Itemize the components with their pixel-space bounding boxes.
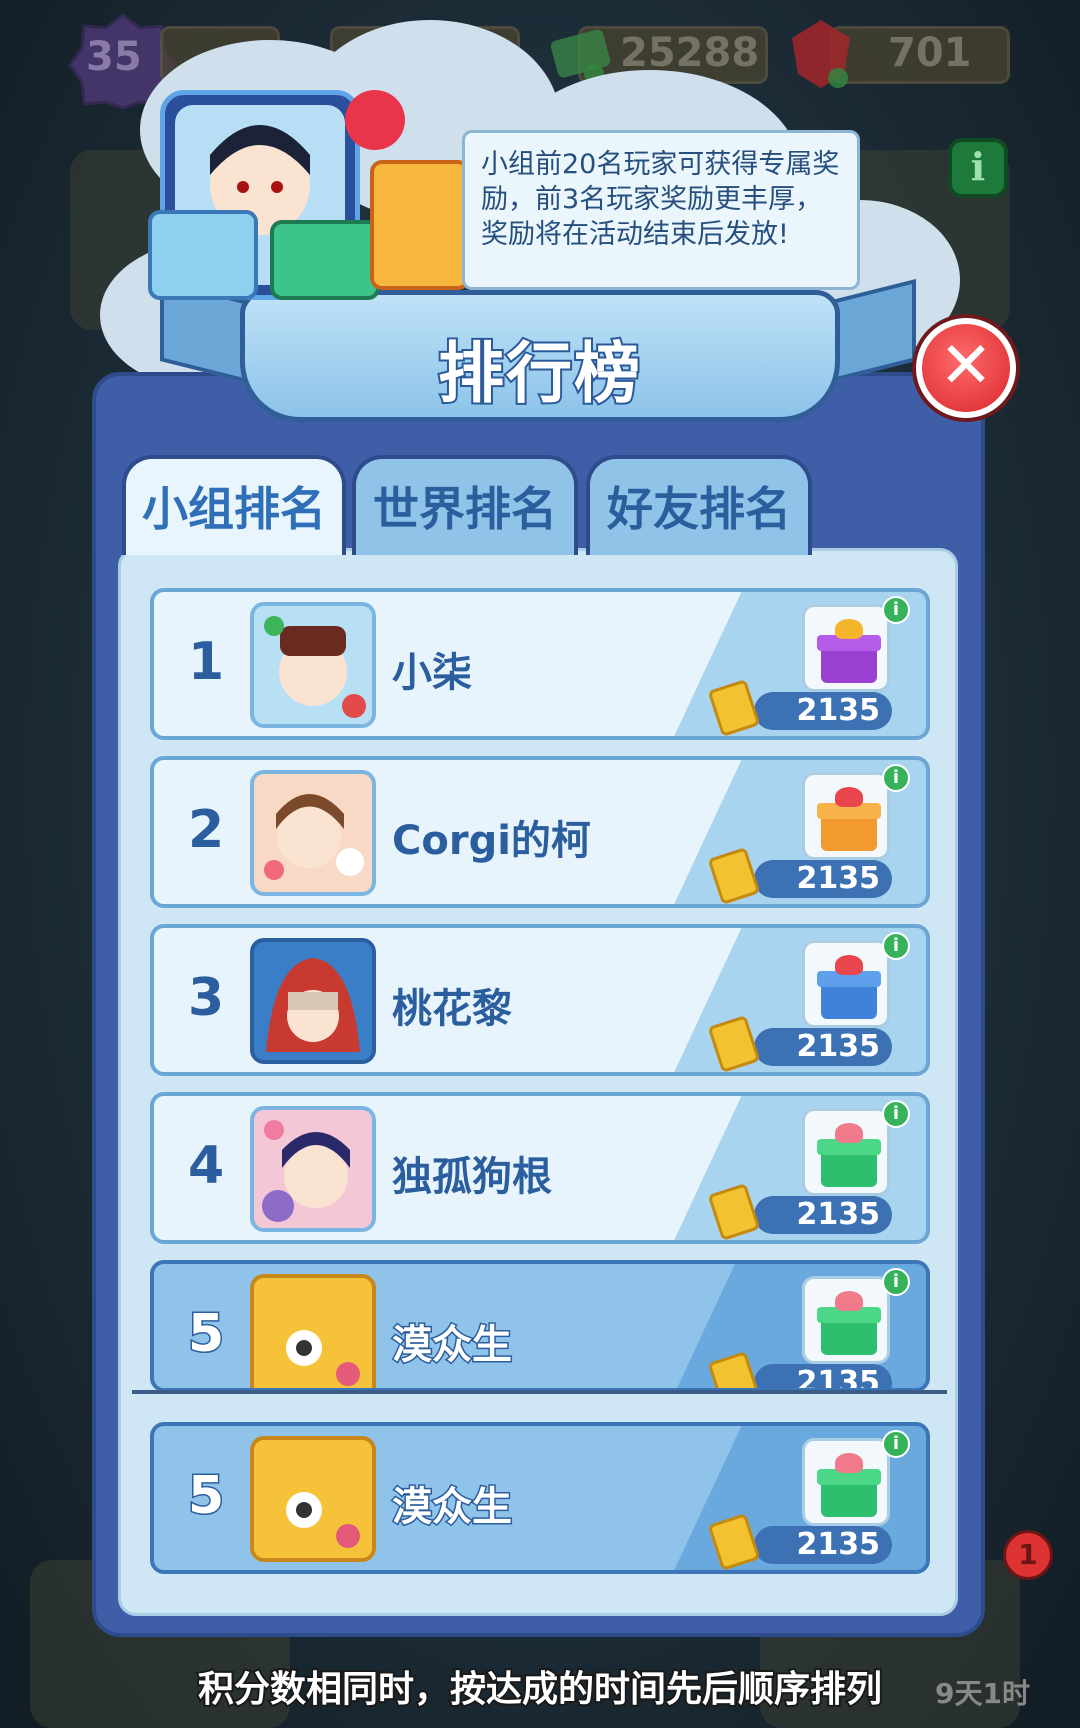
- my-rank-row[interactable]: 5 漠众生 i 2135: [150, 1422, 930, 1574]
- player-score: 2135: [796, 1197, 881, 1232]
- rank-number: 4: [188, 1136, 225, 1196]
- gift-green-icon: [270, 220, 380, 300]
- avatar-portrait-icon: [266, 958, 360, 1052]
- avatar-portrait-icon: [264, 794, 364, 880]
- ticket-icon: [707, 1014, 761, 1072]
- rank-number: 1: [188, 632, 225, 692]
- player-score: 2135: [796, 1527, 881, 1562]
- rank-number: 3: [188, 968, 225, 1028]
- reward-info-icon[interactable]: i: [882, 1430, 910, 1458]
- list-divider: [132, 1390, 947, 1394]
- ticket-icon: [707, 678, 761, 736]
- reward-gift-box[interactable]: [802, 1438, 890, 1526]
- gift-bow-icon: [835, 1123, 863, 1143]
- reward-gift-box[interactable]: [802, 772, 890, 860]
- ticket-icon: [707, 1350, 761, 1388]
- avatar: [250, 770, 376, 896]
- reward-gift-box[interactable]: [802, 1108, 890, 1196]
- rank-number: 5: [186, 1303, 225, 1366]
- avatar-portrait-icon: [274, 1460, 360, 1550]
- tab-group-ranking[interactable]: 小组排名: [122, 455, 346, 555]
- tab-world-ranking[interactable]: 世界排名: [352, 455, 578, 555]
- gift-bow-icon: [835, 955, 863, 975]
- player-level: 35: [86, 34, 142, 80]
- player-score: 2135: [796, 861, 881, 896]
- leaderboard-row-5[interactable]: 5 漠众生 i 2135: [150, 1260, 930, 1392]
- avatar: [250, 938, 376, 1064]
- player-name: 漠众生: [391, 1483, 514, 1532]
- ticket-icon: [707, 846, 761, 904]
- notification-badge: 1: [1003, 1530, 1053, 1580]
- tab-friends-ranking[interactable]: 好友排名: [586, 455, 812, 555]
- cash-amount: 25288: [620, 30, 760, 76]
- player-name: 桃花黎: [392, 986, 512, 1032]
- gift-blue-icon: [148, 210, 258, 300]
- reward-gift-box[interactable]: [802, 604, 890, 692]
- player-score: 2135: [796, 693, 881, 728]
- rank-number: 5: [186, 1465, 225, 1528]
- gift-gold-icon: [370, 160, 470, 290]
- reward-info-icon[interactable]: i: [882, 1100, 910, 1128]
- reward-info-icon[interactable]: i: [882, 1268, 910, 1296]
- reward-gift-box[interactable]: [802, 1276, 890, 1364]
- reward-info-icon[interactable]: i: [882, 932, 910, 960]
- gift-bow-icon: [345, 90, 405, 150]
- reward-info-icon[interactable]: i: [882, 764, 910, 792]
- avatar-portrait-icon: [274, 1298, 360, 1388]
- close-button[interactable]: ✕: [916, 318, 1016, 418]
- player-score: 2135: [796, 1365, 881, 1392]
- gem-icon: [792, 20, 850, 88]
- gift-bow-icon: [835, 619, 863, 639]
- player-score: 2135: [796, 1029, 881, 1064]
- player-name: Corgi的柯: [392, 818, 591, 864]
- player-name: 漠众生: [391, 1321, 514, 1370]
- avatar: [250, 1106, 376, 1232]
- gift-bow-icon: [835, 1291, 863, 1311]
- gift-bow-icon: [835, 1453, 863, 1473]
- page-title: 排行榜: [436, 333, 642, 414]
- reward-info-icon[interactable]: i: [882, 596, 910, 624]
- avatar: [250, 1436, 376, 1562]
- ticket-icon: [707, 1512, 761, 1570]
- leaderboard-row-2[interactable]: 2 Corgi的柯 i 2135: [150, 756, 930, 908]
- avatar: [250, 1274, 376, 1388]
- player-name: 独孤狗根: [392, 1154, 552, 1200]
- avatar: [250, 602, 376, 728]
- ticket-icon: [707, 1182, 761, 1240]
- player-name: 小柒: [392, 650, 472, 696]
- reward-gift-box[interactable]: [802, 940, 890, 1028]
- avatar-portrait-icon: [264, 616, 366, 718]
- leaderboard-row-1[interactable]: 1 小柒 i 2135: [150, 588, 930, 740]
- gems-amount: 701: [888, 30, 972, 76]
- close-icon: ✕: [939, 329, 993, 403]
- event-timer: 9天1时: [935, 1677, 1030, 1710]
- info-icon[interactable]: i: [948, 138, 1008, 198]
- avatar-portrait-icon: [262, 1120, 350, 1222]
- gift-bow-icon: [835, 787, 863, 807]
- leaderboard-row-4[interactable]: 4 独孤狗根 i 2135: [150, 1092, 930, 1244]
- rank-number: 2: [188, 800, 225, 860]
- rewards-tooltip: 小组前20名玩家可获得专属奖励，前3名玩家奖励更丰厚，奖励将在活动结束后发放!: [462, 130, 860, 290]
- tie-break-note: 积分数相同时，按达成的时间先后顺序排列: [196, 1667, 884, 1712]
- leaderboard-row-3[interactable]: 3 桃花黎 i 2135: [150, 924, 930, 1076]
